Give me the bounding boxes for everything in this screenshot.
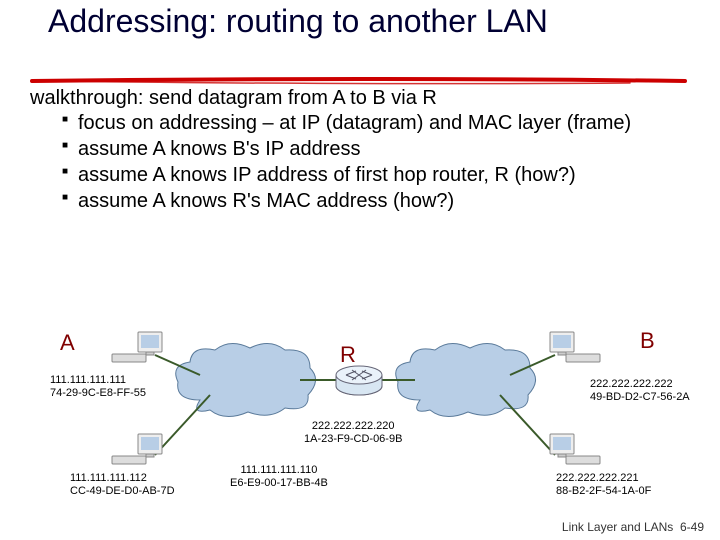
mac-text: 1A-23-F9-CD-06-9B (304, 433, 402, 446)
mac-text: 74-29-9C-E8-FF-55 (50, 387, 146, 400)
router-label: R (340, 342, 356, 368)
addr-host-b: 222.222.222.222 49-BD-D2-C7-56-2A (590, 378, 690, 404)
mac-text: 49-BD-D2-C7-56-2A (590, 391, 690, 404)
ip-text: 222.222.222.220 (304, 420, 402, 433)
mac-text: 88-B2-2F-54-1A-0F (556, 485, 651, 498)
computer-icon (548, 330, 603, 368)
bullet-item: focus on addressing – at IP (datagram) a… (62, 111, 692, 135)
ip-text: 111.111.111.110 (230, 464, 328, 477)
intro-text: walkthrough: send datagram from A to B v… (30, 87, 437, 110)
network-diagram: A R B 111.111.111.111 74-29-9C-E8-FF-55 … (0, 300, 720, 500)
addr-left2: 111.111.111.112 CC-49-DE-D0-AB-7D (70, 472, 175, 498)
bullet-item: assume A knows B's IP address (62, 137, 692, 161)
ip-text: 111.111.111.112 (70, 472, 175, 485)
addr-host-a: 111.111.111.111 74-29-9C-E8-FF-55 (50, 374, 146, 400)
footer-page: 6-49 (680, 520, 704, 534)
mac-text: CC-49-DE-D0-AB-7D (70, 485, 175, 498)
computer-icon (548, 432, 603, 470)
mac-text: E6-E9-00-17-BB-4B (230, 477, 328, 490)
addr-right2: 222.222.222.221 88-B2-2F-54-1A-0F (556, 472, 651, 498)
footer: Link Layer and LANs 6-49 (562, 520, 704, 534)
ip-text: 222.222.222.222 (590, 378, 690, 391)
slide: Addressing: routing to another LAN walkt… (0, 0, 720, 540)
addr-router-left: 111.111.111.110 E6-E9-00-17-BB-4B (230, 464, 328, 490)
computer-icon (110, 432, 165, 470)
footer-text: Link Layer and LANs (562, 520, 673, 534)
addr-router-right: 222.222.222.220 1A-23-F9-CD-06-9B (304, 420, 402, 446)
computer-icon (110, 330, 165, 368)
ip-text: 222.222.222.221 (556, 472, 651, 485)
bullet-item: assume A knows R's MAC address (how?) (62, 189, 692, 213)
bullet-list: focus on addressing – at IP (datagram) a… (62, 111, 692, 215)
ip-text: 111.111.111.111 (50, 374, 146, 387)
host-a-label: A (60, 330, 75, 356)
slide-title: Addressing: routing to another LAN (48, 4, 548, 39)
host-b-label: B (640, 328, 655, 354)
title-underline (30, 76, 690, 86)
bullet-item: assume A knows IP address of first hop r… (62, 163, 692, 187)
